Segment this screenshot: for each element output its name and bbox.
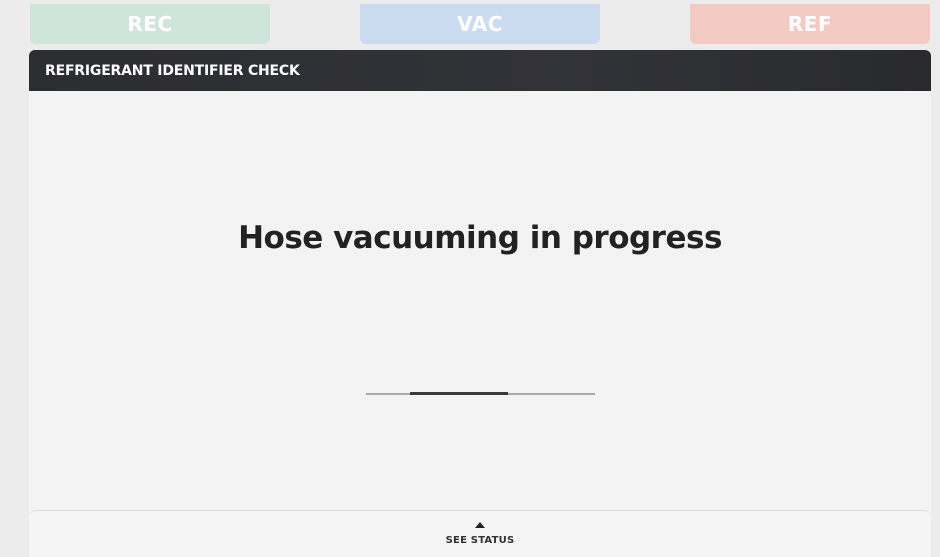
main-panel: REFRIGERANT IDENTIFIER CHECK Hose vacuum…	[29, 50, 931, 556]
progress-bar-fill	[409, 392, 508, 395]
chevron-up-icon	[475, 522, 485, 528]
panel-title: REFRIGERANT IDENTIFIER CHECK	[45, 62, 300, 79]
tab-ref[interactable]: REF	[690, 4, 930, 44]
status-message: Hose vacuuming in progress	[238, 220, 722, 256]
tab-vac-label: VAC	[457, 12, 503, 36]
tab-rec[interactable]: REC	[30, 4, 270, 44]
tab-vac[interactable]: VAC	[360, 4, 600, 44]
tab-rec-label: REC	[127, 12, 173, 36]
see-status-button[interactable]: SEE STATUS	[29, 510, 931, 557]
panel-header: REFRIGERANT IDENTIFIER CHECK	[29, 50, 931, 91]
progress-bar	[366, 392, 595, 395]
see-status-label: SEE STATUS	[445, 535, 515, 546]
tab-ref-label: REF	[787, 12, 833, 36]
